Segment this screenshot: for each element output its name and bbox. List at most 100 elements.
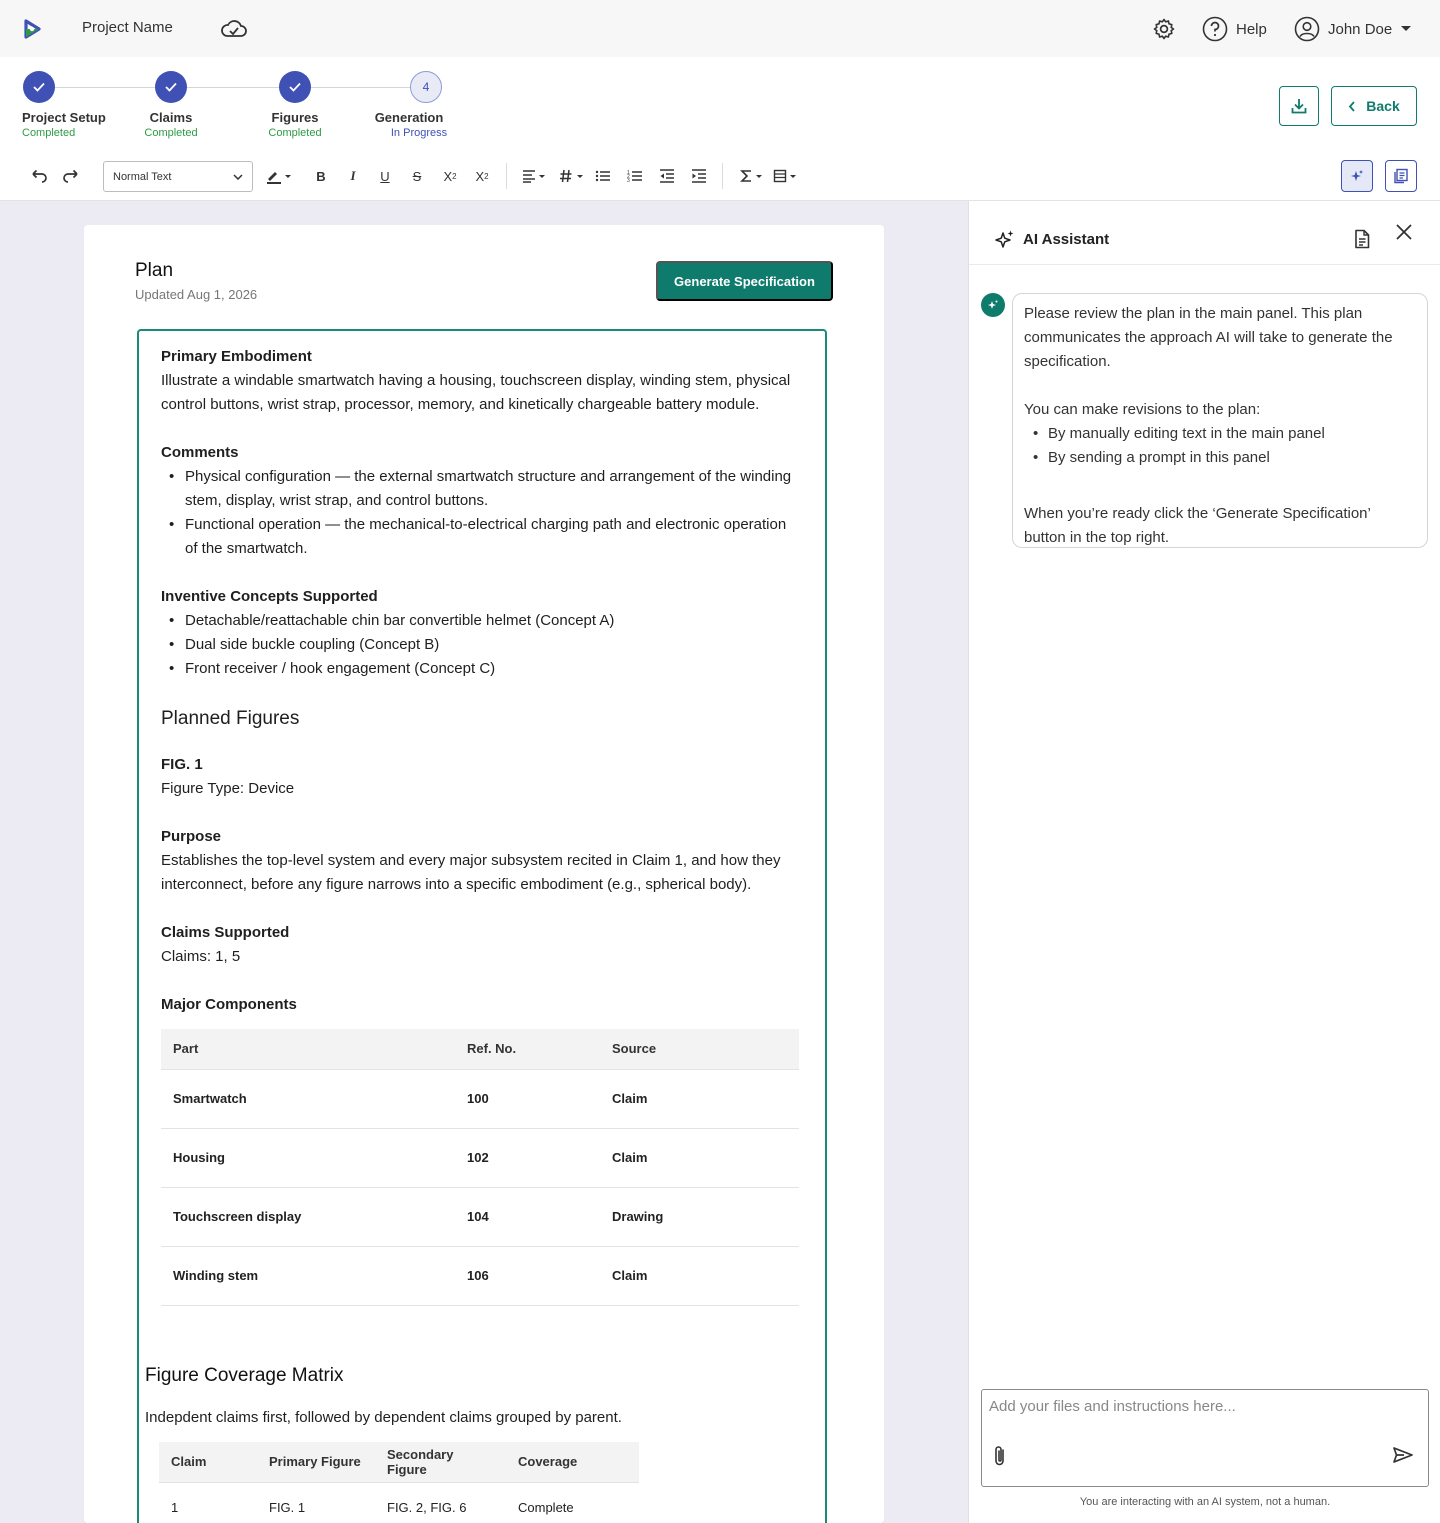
document-icon[interactable] (1353, 229, 1371, 249)
underline-icon[interactable]: U (375, 165, 395, 187)
project-name[interactable]: Project Name (82, 19, 173, 36)
section-heading: Purpose (161, 828, 222, 845)
column-header: Primary Figure (257, 1442, 375, 1483)
column-header: Source (600, 1029, 799, 1070)
updated-timestamp: Updated Aug 1, 2026 (135, 287, 258, 302)
user-menu[interactable]: John Doe (1294, 16, 1412, 42)
generate-specification-button[interactable]: Generate Specification (656, 261, 833, 301)
column-header: Secondary Figure (375, 1442, 506, 1483)
help-question-icon (1202, 16, 1228, 42)
outdent-icon[interactable] (656, 165, 678, 187)
app-logo-icon[interactable] (22, 18, 44, 40)
step-project-setup[interactable]: Project Setup Completed (22, 71, 106, 139)
top-bar: Project Name Help John Doe (0, 0, 1440, 57)
download-icon (1291, 99, 1307, 114)
table-cell: Drawing (600, 1187, 799, 1247)
section-heading: Comments (161, 444, 239, 461)
heading-number-icon[interactable] (558, 165, 586, 187)
chat-input[interactable] (989, 1398, 1419, 1428)
table-cell: Touchscreen display (161, 1187, 455, 1247)
step-label: Generation (374, 110, 444, 125)
ai-title-label: AI Assistant (1023, 230, 1110, 248)
text-style-value: Normal Text (113, 170, 172, 183)
check-icon (155, 71, 187, 103)
toolbar-divider (506, 163, 507, 189)
section-text: Illustrate a windable smartwatch having … (161, 372, 791, 413)
section-heading-large: Figure Coverage Matrix (145, 1365, 344, 1386)
numbered-list-icon[interactable]: 123 (624, 165, 646, 187)
step-status: Completed (144, 127, 198, 139)
section-heading: Primary Embodiment (161, 348, 312, 365)
sparkle-icon (995, 230, 1014, 248)
ai-message: Please review the plan in the main panel… (1012, 293, 1428, 548)
subscript-icon[interactable]: X2 (439, 165, 461, 187)
send-icon[interactable] (1392, 1446, 1414, 1464)
close-icon[interactable] (1395, 223, 1413, 241)
plan-editor[interactable]: Primary Embodiment Illustrate a windable… (137, 329, 827, 1523)
ai-assistant-panel: AI Assistant Please review the plan in t… (968, 201, 1440, 1523)
table-cell: FIG. 1 (269, 1499, 306, 1515)
sparkle-icon (988, 300, 998, 309)
step-generation[interactable]: 4 Generation In Progress (366, 71, 452, 139)
ai-panel-title: AI Assistant (995, 229, 1109, 249)
bullet-list-icon[interactable] (592, 165, 614, 187)
redo-icon[interactable] (60, 165, 82, 187)
list-item: Physical configuration — the external sm… (161, 465, 801, 513)
progress-stepper: Project Setup Completed Claims Completed… (0, 57, 1440, 157)
column-header: Claim (159, 1442, 257, 1483)
check-icon (23, 71, 55, 103)
cloud-sync-icon[interactable] (220, 18, 248, 40)
svg-text:3: 3 (627, 178, 630, 183)
user-avatar-icon (1294, 16, 1320, 42)
list-item: Front receiver / hook engagement (Concep… (161, 657, 801, 681)
bold-icon[interactable]: B (311, 165, 331, 187)
section-text: Claims: 1, 5 (161, 948, 241, 965)
strikethrough-icon[interactable]: S (407, 165, 427, 187)
step-label: Figures (271, 110, 319, 125)
step-figures[interactable]: Figures Completed (255, 71, 335, 139)
italic-icon[interactable]: I (343, 165, 363, 187)
superscript-icon[interactable]: X2 (471, 165, 493, 187)
list-item: Detachable/reattachable chin bar convert… (161, 609, 801, 633)
download-button[interactable] (1279, 86, 1319, 126)
ai-panel-header: AI Assistant (969, 201, 1440, 265)
settings-gear-icon[interactable] (1152, 17, 1176, 41)
toolbar-divider (722, 163, 723, 189)
ai-disclaimer: You are interacting with an AI system, n… (1079, 1496, 1331, 1508)
highlight-color-icon[interactable] (263, 165, 295, 187)
concepts-list: Detachable/reattachable chin bar convert… (161, 609, 801, 681)
chevron-down-icon (1401, 26, 1412, 31)
table-cell: Claim (600, 1069, 799, 1129)
table-cell: 106 (455, 1246, 600, 1306)
undo-icon[interactable] (28, 165, 50, 187)
attach-paperclip-icon[interactable] (992, 1444, 1008, 1468)
page-title: Plan (135, 260, 174, 281)
ai-assistant-toggle[interactable] (1341, 160, 1373, 192)
step-claims[interactable]: Claims Completed (131, 71, 211, 139)
column-header: Coverage (506, 1442, 639, 1483)
equation-sigma-icon[interactable] (738, 165, 766, 187)
table-cell: Winding stem (161, 1246, 455, 1306)
table-cell: Complete (518, 1499, 574, 1515)
table-row: Smartwatch 100 Claim (161, 1069, 799, 1129)
column-header: Ref. No. (455, 1029, 600, 1070)
back-button[interactable]: Back (1331, 86, 1417, 126)
chevron-left-icon (1349, 100, 1355, 112)
document-panel-toggle[interactable] (1385, 160, 1417, 192)
chat-input-box (981, 1389, 1429, 1487)
sparkle-icon (1351, 170, 1363, 181)
coverage-matrix-table: Claim Primary Figure Secondary Figure Co… (159, 1442, 639, 1523)
help-link[interactable]: Help (1202, 16, 1267, 42)
section-heading-large: Planned Figures (161, 708, 300, 729)
step-status: Completed (22, 127, 76, 139)
document-stack-icon (1394, 168, 1408, 184)
step-label: Claims (149, 110, 193, 125)
indent-icon[interactable] (688, 165, 710, 187)
check-icon (279, 71, 311, 103)
align-icon[interactable] (520, 165, 548, 187)
table-insert-icon[interactable] (772, 165, 800, 187)
table-row: 1 FIG. 1 FIG. 2, FIG. 6 Complete (159, 1482, 639, 1523)
text-style-select[interactable]: Normal Text (103, 161, 253, 192)
step-number: 4 (410, 71, 442, 103)
table-cell: 1 (171, 1499, 179, 1515)
